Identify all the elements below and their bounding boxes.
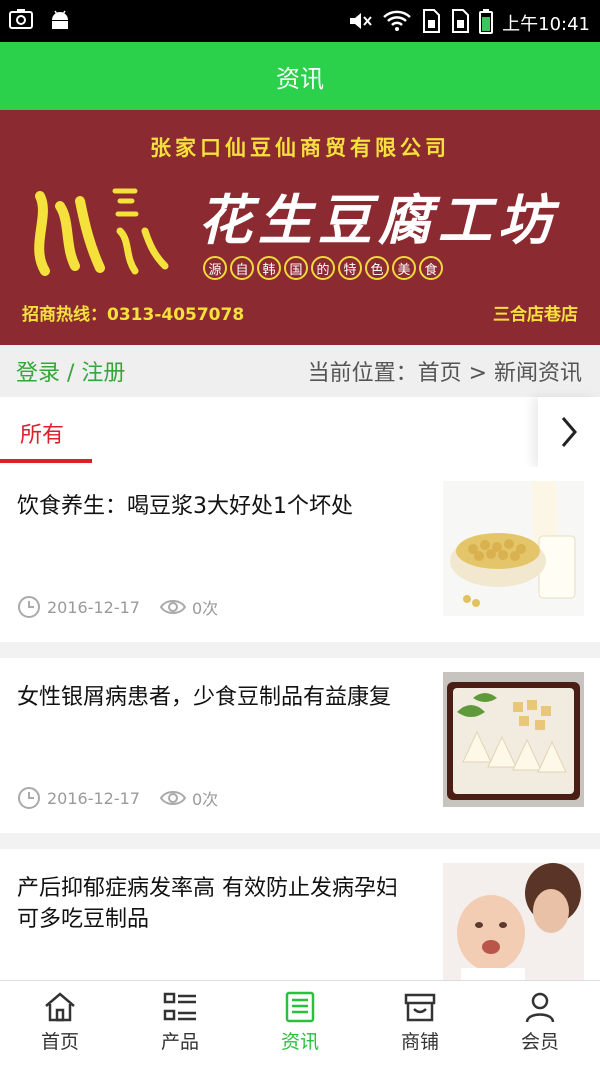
- news-thumbnail: [443, 863, 584, 998]
- nav-label: 会员: [520, 1031, 559, 1053]
- tab-all[interactable]: 所有: [20, 417, 64, 449]
- news-meta: 2016-12-17 0次: [17, 786, 218, 810]
- page-title: 资讯: [276, 64, 324, 93]
- banner-slogan: 源 自 韩 国 的 特 色 美 食: [203, 256, 443, 280]
- category-tabs: 所有: [0, 397, 600, 467]
- news-views: 0次: [191, 599, 219, 618]
- location-bar: 登录 / 注册 当前位置：首页 > 新闻资讯: [0, 345, 600, 397]
- news-views: 0次: [191, 790, 219, 809]
- battery-icon: [479, 8, 494, 38]
- nav-news[interactable]: 资讯: [240, 981, 360, 1067]
- promo-banner[interactable]: 张家口仙豆仙商贸有限公司 花生豆腐工坊 源 自 韩 国 的 特 色 美 食 招商…: [0, 110, 600, 345]
- chevron-right-icon: [561, 417, 577, 447]
- brand-logo: [34, 188, 169, 276]
- news-thumbnail: [443, 481, 584, 616]
- news-date: 2016-12-17: [47, 597, 140, 617]
- tab-indicator: [0, 459, 92, 463]
- banner-company: 张家口仙豆仙商贸有限公司: [150, 136, 450, 160]
- mute-icon: [347, 9, 373, 37]
- nav-stores[interactable]: 商铺: [360, 981, 480, 1067]
- news-thumbnail: [443, 672, 584, 807]
- wifi-icon: [382, 9, 412, 37]
- news-title: 饮食养生：喝豆浆3大好处1个坏处: [17, 494, 353, 519]
- list-item[interactable]: 饮食养生：喝豆浆3大好处1个坏处 2016-12-17 0次: [0, 467, 600, 642]
- sim-icon: [450, 8, 470, 38]
- banner-hotline: 招商热线：0313-4057078: [22, 305, 245, 325]
- slogan-char: 特: [338, 256, 362, 280]
- clock-icon: [18, 596, 40, 618]
- user-icon: [525, 992, 555, 1023]
- status-bar: 上午10:41: [0, 0, 600, 42]
- login-register-link[interactable]: 登录 / 注册: [16, 355, 125, 387]
- slogan-char: 源: [203, 256, 227, 280]
- nav-home[interactable]: 首页: [0, 981, 120, 1067]
- android-icon: [48, 8, 72, 36]
- more-tabs-button[interactable]: [538, 397, 600, 467]
- list-icon: [163, 992, 196, 1021]
- slogan-char: 的: [311, 256, 335, 280]
- home-icon: [45, 992, 75, 1022]
- slogan-char: 色: [365, 256, 389, 280]
- news-title: 女性银屑病患者，少食豆制品有益康复: [17, 685, 392, 710]
- banner-product: 花生豆腐工坊: [198, 188, 558, 252]
- slogan-char: 美: [392, 256, 416, 280]
- store-icon: [404, 993, 436, 1022]
- nav-label: 商铺: [400, 1031, 439, 1053]
- bottom-nav: 首页 产品 资讯 商铺 会员: [0, 980, 600, 1067]
- slogan-char: 自: [230, 256, 254, 280]
- nav-label: 资讯: [280, 1031, 319, 1053]
- nav-label: 首页: [40, 1031, 79, 1053]
- banner-address: 三合店巷店: [493, 305, 578, 325]
- list-item[interactable]: 女性银屑病患者，少食豆制品有益康复 2016-12-17 0次: [0, 658, 600, 833]
- nav-member[interactable]: 会员: [480, 981, 600, 1067]
- slogan-char: 国: [284, 256, 308, 280]
- slogan-char: 韩: [257, 256, 281, 280]
- sim-icon: [421, 8, 441, 38]
- news-title: 产后抑郁症病发率高 有效防止发病孕妇可多吃豆制品: [17, 876, 398, 932]
- status-time: 上午10:41: [502, 14, 590, 35]
- news-icon: [285, 991, 315, 1023]
- slogan-char: 食: [419, 256, 443, 280]
- news-meta: 2016-12-17 0次: [17, 595, 218, 619]
- clock-icon: [18, 787, 40, 809]
- screenshot-icon: [8, 8, 34, 36]
- breadcrumb: 当前位置：首页 > 新闻资讯: [307, 361, 582, 386]
- nav-products[interactable]: 产品: [120, 981, 240, 1067]
- eye-icon: [159, 600, 186, 614]
- news-date: 2016-12-17: [47, 788, 140, 808]
- app-bar: 资讯: [0, 42, 600, 110]
- nav-label: 产品: [160, 1031, 199, 1053]
- eye-icon: [159, 791, 186, 805]
